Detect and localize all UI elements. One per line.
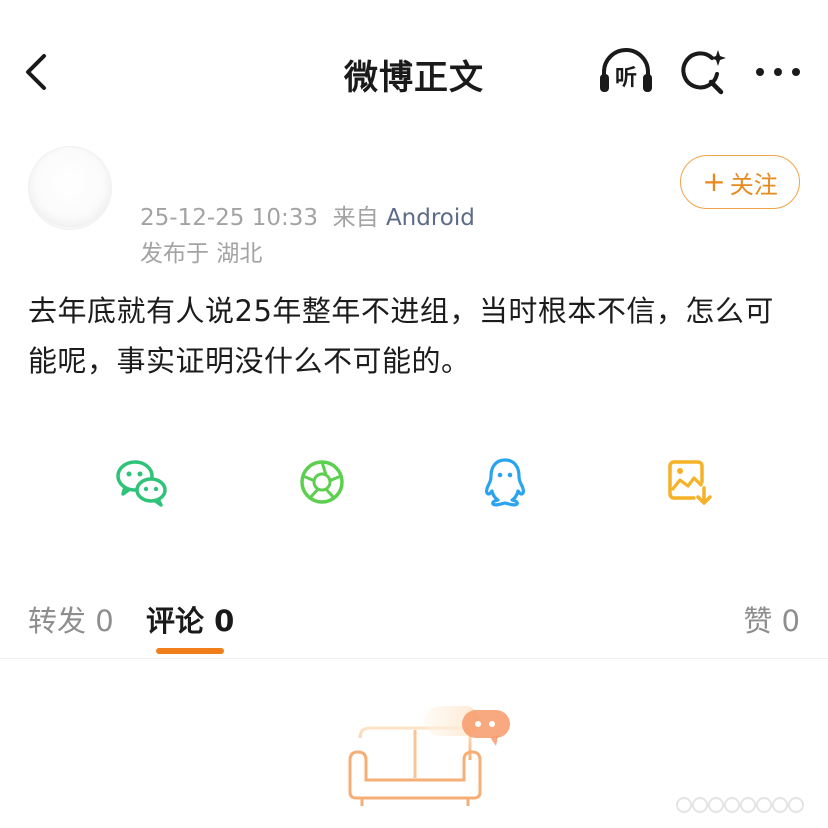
tab-like[interactable]: 赞 0	[743, 598, 800, 640]
share-wechat-button[interactable]	[113, 454, 169, 510]
tab-like-count: 0	[781, 604, 800, 638]
search-sparkle-icon	[681, 50, 726, 95]
search-button[interactable]	[674, 44, 730, 100]
follow-button[interactable]: + 关注	[680, 155, 800, 209]
post-text: 去年底就有人说25年整年不进组，当时根本不信，怎么可能呢，事实证明没什么不可能的…	[28, 294, 774, 378]
share-moments-button[interactable]	[294, 454, 350, 510]
follow-label: 关注	[729, 170, 778, 199]
watermark-logo	[676, 797, 804, 813]
listen-button[interactable]: 听	[596, 44, 656, 100]
post-meta-time: 25-12-25 10:33 来自 Android	[140, 198, 475, 232]
tab-comment-count: 0	[214, 604, 235, 638]
share-qq-button[interactable]	[477, 454, 533, 510]
listen-label: 听	[615, 66, 637, 91]
top-bar: 微博正文 听	[0, 0, 828, 130]
weibo-post-page: 微博正文 听 25-12-25 10:33 来自 Android 发布于 湖北 …	[0, 0, 828, 828]
more-button[interactable]	[748, 50, 808, 94]
tab-repost[interactable]: 转发 0	[28, 598, 114, 640]
tab-divider	[0, 658, 828, 659]
qq-icon	[485, 458, 525, 507]
tab-comment-label: 评论	[146, 604, 205, 638]
post-timestamp: 25-12-25 10:33	[140, 205, 318, 231]
tab-comment[interactable]: 评论 0	[146, 598, 234, 640]
active-tab-indicator	[156, 648, 224, 654]
post-meta-location: 发布于 湖北	[140, 234, 262, 268]
moments-icon	[300, 460, 344, 504]
more-dots-icon	[756, 68, 800, 76]
wechat-icon	[116, 460, 167, 507]
post-location: 湖北	[216, 241, 263, 267]
plus-icon: +	[702, 165, 726, 198]
headphones-icon: 听	[600, 48, 652, 92]
tab-like-label: 赞	[743, 604, 773, 638]
source-prefix: 来自	[332, 205, 379, 231]
location-prefix: 发布于	[140, 241, 209, 267]
save-image-button[interactable]	[660, 454, 716, 510]
empty-comments-illustration	[348, 706, 510, 806]
save-image-icon	[668, 460, 712, 505]
post-source: Android	[385, 205, 475, 231]
tab-repost-label: 转发	[28, 604, 87, 638]
avatar[interactable]	[28, 146, 112, 230]
tab-repost-count: 0	[95, 604, 114, 638]
